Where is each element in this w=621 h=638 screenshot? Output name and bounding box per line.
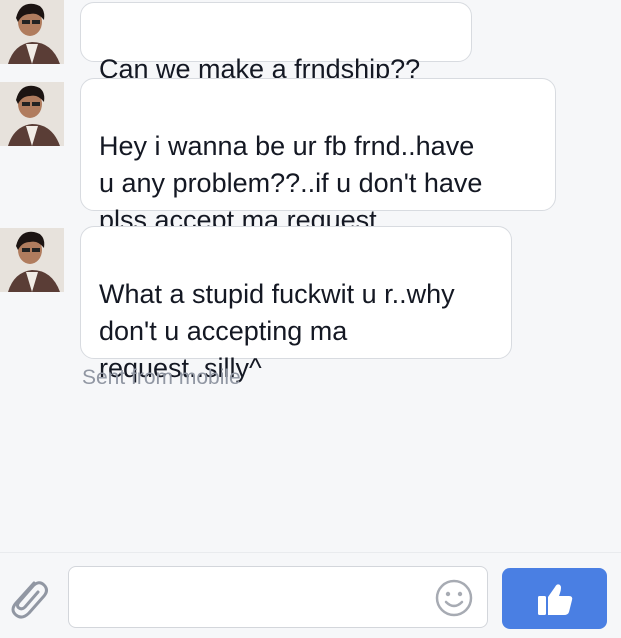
paperclip-icon[interactable] <box>4 573 52 621</box>
smiley-icon[interactable] <box>434 578 474 618</box>
thumbs-up-icon <box>538 584 573 615</box>
message-bubble[interactable]: Can we make a frndship?? <box>80 2 472 84</box>
message-text: Hey i wanna be ur fb frnd..have u any pr… <box>99 131 483 235</box>
message-thread: Can we make a frndship?? Hey i wanna be … <box>0 0 621 552</box>
sender-avatar[interactable] <box>0 0 64 64</box>
message-bubble[interactable]: Hey i wanna be ur fb frnd..have u any pr… <box>80 78 556 235</box>
sender-avatar[interactable] <box>0 228 64 292</box>
message-bubble[interactable]: What a stupid fuckwit u r..why don't u a… <box>80 226 512 383</box>
sender-avatar[interactable] <box>0 82 64 146</box>
like-button[interactable] <box>502 568 607 629</box>
sent-from-label: Sent from mobile <box>82 366 241 389</box>
message-input[interactable] <box>68 566 488 628</box>
